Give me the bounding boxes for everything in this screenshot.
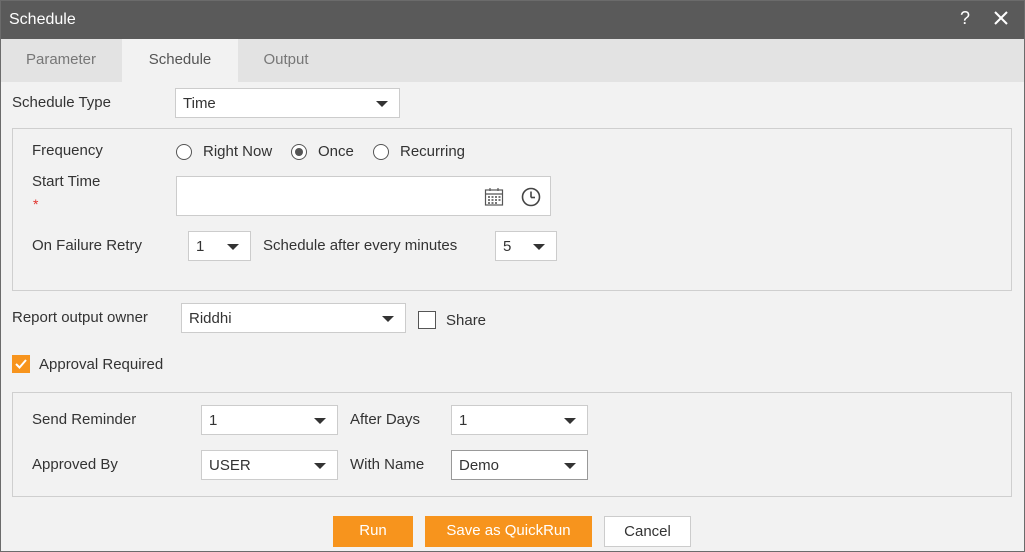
chevron-down-icon <box>227 244 239 250</box>
close-icon[interactable] <box>991 7 1011 29</box>
send-reminder-select[interactable]: 1 <box>201 405 338 435</box>
with-name-select[interactable]: Demo <box>451 450 588 480</box>
after-days-select[interactable]: 1 <box>451 405 588 435</box>
tab-output[interactable]: Output <box>238 39 334 82</box>
frequency-label: Frequency <box>32 142 103 159</box>
title-bar: Schedule ? <box>1 1 1024 39</box>
chevron-down-icon <box>564 463 576 469</box>
after-days-value: 1 <box>459 412 468 429</box>
share-checkbox[interactable] <box>418 311 436 329</box>
retry-interval-select[interactable]: 5 <box>495 231 557 261</box>
radio-circle-icon <box>373 144 389 160</box>
report-owner-value: Riddhi <box>189 310 232 327</box>
chevron-down-icon <box>382 316 394 322</box>
approval-required-label: Approval Required <box>39 356 164 373</box>
chevron-down-icon <box>564 418 576 424</box>
approved-by-select[interactable]: USER <box>201 450 338 480</box>
radio-right-now-label: Right Now <box>203 143 273 160</box>
radio-once-label: Once <box>318 143 354 160</box>
schedule-type-label: Schedule Type <box>12 94 111 111</box>
tab-schedule[interactable]: Schedule <box>122 39 238 82</box>
retry-count-select[interactable]: 1 <box>188 231 251 261</box>
send-reminder-value: 1 <box>209 412 218 429</box>
retry-interval-value: 5 <box>503 238 512 255</box>
start-time-input[interactable] <box>176 176 551 216</box>
schedule-type-value: Time <box>183 95 216 112</box>
checkmark-icon <box>14 358 27 369</box>
cancel-button[interactable]: Cancel <box>604 516 691 547</box>
chevron-down-icon <box>376 101 388 107</box>
radio-selected-icon <box>295 148 303 156</box>
radio-right-now[interactable]: Right Now <box>176 143 276 161</box>
run-button[interactable]: Run <box>333 516 413 547</box>
with-name-value: Demo <box>459 457 500 474</box>
retry-count-value: 1 <box>196 238 205 255</box>
required-asterisk: * <box>33 196 39 212</box>
chevron-down-icon <box>314 418 326 424</box>
with-name-label: With Name <box>350 456 425 473</box>
schedule-type-select[interactable]: Time <box>175 88 400 118</box>
report-owner-label: Report output owner <box>12 309 148 326</box>
radio-recurring[interactable]: Recurring <box>373 143 468 161</box>
clock-icon[interactable] <box>520 186 542 208</box>
report-owner-select[interactable]: Riddhi <box>181 303 406 333</box>
schedule-dialog: Schedule ? Parameter Schedule Output Sch… <box>0 0 1025 552</box>
radio-circle-icon <box>176 144 192 160</box>
after-days-label: After Days <box>350 411 421 428</box>
radio-once[interactable]: Once <box>291 143 361 161</box>
dialog-title: Schedule <box>9 11 76 28</box>
approved-by-value: USER <box>209 457 251 474</box>
approved-by-label: Approved By <box>32 456 118 473</box>
share-label: Share <box>446 312 487 329</box>
chevron-down-icon <box>533 244 545 250</box>
tab-parameter[interactable]: Parameter <box>1 39 121 82</box>
save-as-quickrun-button[interactable]: Save as QuickRun <box>425 516 592 547</box>
chevron-down-icon <box>314 463 326 469</box>
start-time-label: Start Time <box>32 173 101 190</box>
tab-bar: Parameter Schedule Output <box>1 39 1024 82</box>
calendar-icon[interactable] <box>484 187 504 207</box>
approval-required-checkbox[interactable] <box>12 355 30 373</box>
radio-recurring-label: Recurring <box>400 143 466 160</box>
help-icon[interactable]: ? <box>960 8 970 29</box>
schedule-interval-label: Schedule after every minutes <box>263 237 458 254</box>
send-reminder-label: Send Reminder <box>32 411 137 428</box>
on-failure-retry-label: On Failure Retry <box>32 237 143 254</box>
